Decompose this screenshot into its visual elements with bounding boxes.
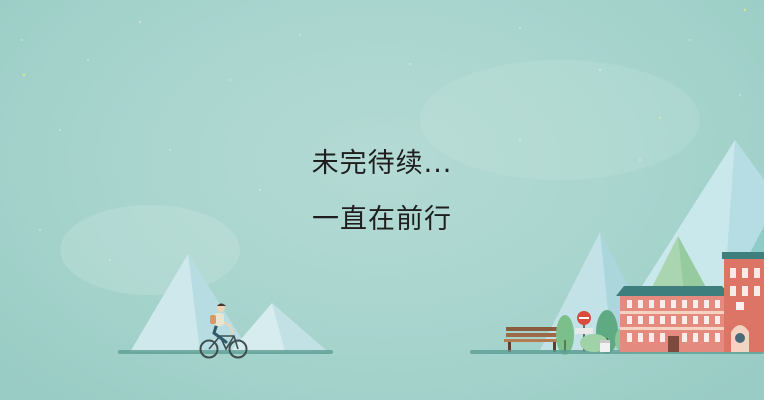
caption-line-1: 未完待续... <box>311 148 453 179</box>
slide: 未完待续... 一直在前行 <box>0 0 764 400</box>
caption-line-2: 一直在前行 <box>312 204 452 235</box>
building-icon <box>616 286 730 352</box>
clock-tower-icon <box>722 252 764 352</box>
right-scene <box>470 140 764 355</box>
